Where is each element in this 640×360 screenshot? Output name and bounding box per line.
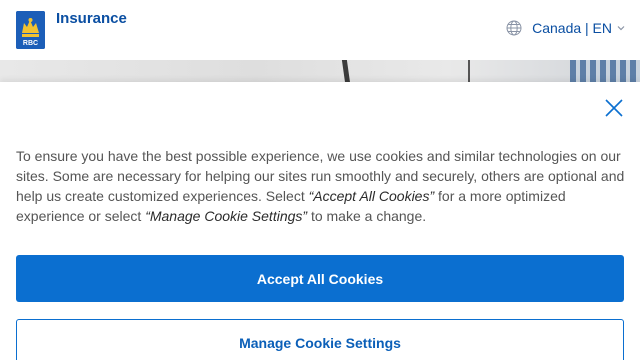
accept-all-cookies-button[interactable]: Accept All Cookies [16, 255, 624, 302]
logo-text: RBC [23, 40, 38, 47]
close-icon[interactable] [604, 98, 624, 118]
cookie-consent-dialog: To ensure you have the best possible exp… [0, 82, 640, 360]
locale-selector[interactable]: Canada | EN [506, 19, 626, 37]
rbc-logo-icon[interactable]: RBC [16, 11, 45, 49]
site-header: RBC Insurance Canada | EN [0, 0, 640, 60]
locale-label: Canada | EN [532, 20, 612, 36]
accept-quote: “Accept All Cookies” [308, 188, 435, 204]
globe-icon [506, 20, 522, 36]
brand-label[interactable]: Insurance [56, 10, 127, 27]
cookie-message-end: to make a change. [307, 208, 427, 224]
chevron-down-icon [617, 26, 625, 31]
manage-quote: “Manage Cookie Settings” [145, 208, 308, 224]
manage-cookie-settings-button[interactable]: Manage Cookie Settings [16, 319, 624, 360]
cookie-message: To ensure you have the best possible exp… [16, 146, 628, 226]
